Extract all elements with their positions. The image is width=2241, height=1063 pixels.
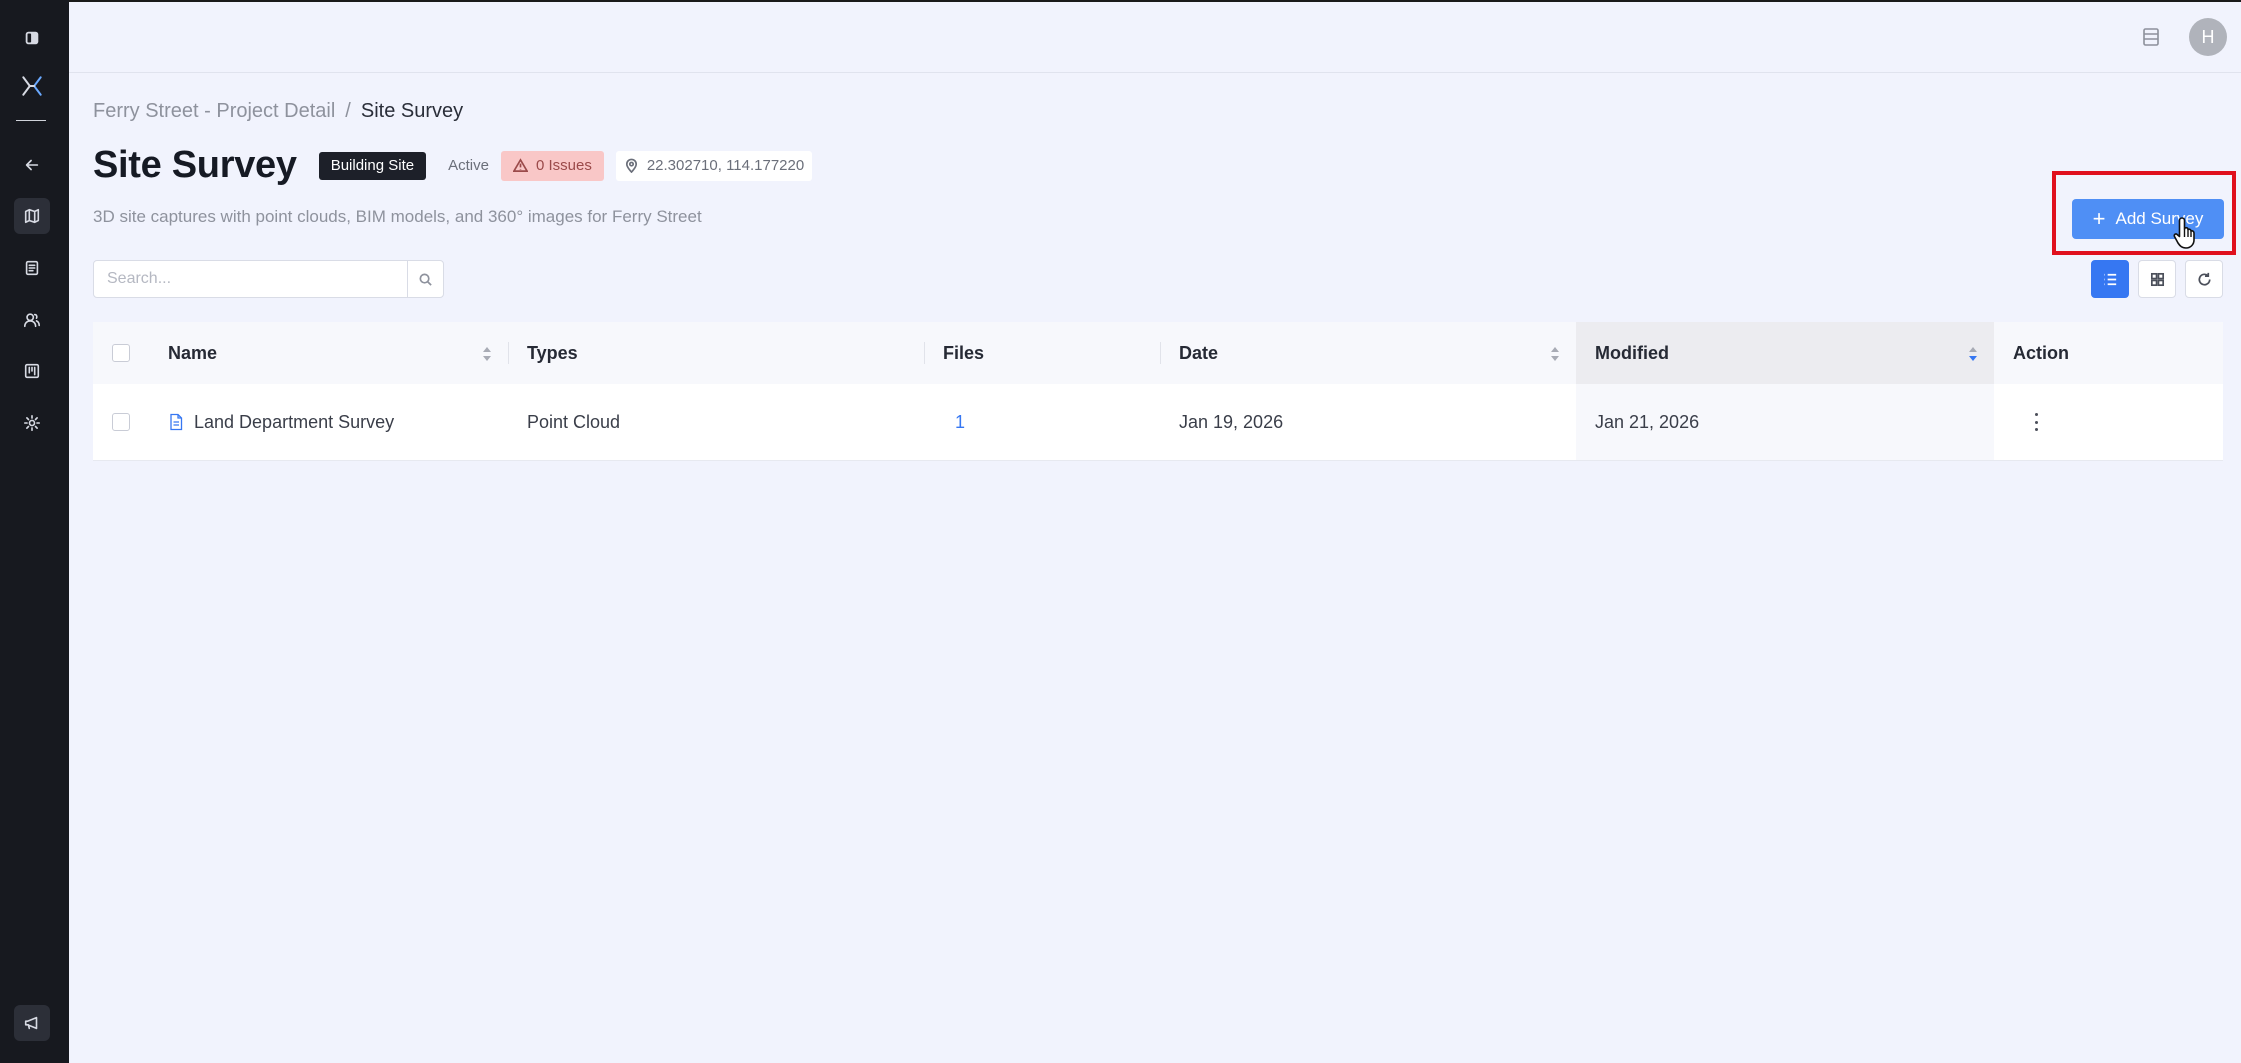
- surveys-table: Name Types Files Date Modified Action La…: [93, 322, 2223, 461]
- search-icon: [419, 273, 432, 286]
- sidebar: [0, 0, 69, 1063]
- user-avatar[interactable]: H: [2189, 18, 2227, 56]
- breadcrumb-separator: /: [345, 100, 351, 122]
- row-action-cell: [1994, 384, 2223, 460]
- panel-layout-icon[interactable]: [2141, 26, 2161, 48]
- sort-icon[interactable]: [482, 346, 492, 362]
- grid-icon: [2150, 272, 2164, 286]
- status-text: Active: [448, 157, 489, 174]
- warning-triangle-icon: [512, 158, 528, 172]
- announcement-megaphone-icon[interactable]: [14, 1005, 50, 1041]
- column-modified-label: Modified: [1595, 342, 1669, 363]
- column-name-label: Name: [168, 342, 218, 363]
- select-all-checkbox[interactable]: [111, 344, 130, 362]
- survey-modified: Jan 21, 2026: [1595, 411, 1700, 432]
- row-files-cell: 1: [924, 384, 1160, 460]
- row-modified-cell: Jan 21, 2026: [1576, 384, 1994, 460]
- hand-pointer-cursor-icon: [2173, 217, 2195, 249]
- add-survey-button[interactable]: + Add Survey: [2072, 199, 2224, 239]
- column-action-label: Action: [2013, 342, 2069, 363]
- coordinates-text: 22.302710, 114.177220: [646, 157, 805, 174]
- refresh-button[interactable]: [2185, 260, 2223, 298]
- document-icon[interactable]: [14, 250, 50, 286]
- back-arrow-icon[interactable]: [14, 147, 50, 183]
- top-bar: H: [69, 0, 2241, 73]
- row-name-cell[interactable]: Land Department Survey: [148, 384, 508, 460]
- breadcrumb-current: Site Survey: [360, 100, 464, 122]
- column-header-modified[interactable]: Modified: [1576, 322, 1994, 384]
- sidebar-divider: [16, 120, 46, 121]
- list-icon: [2103, 273, 2116, 285]
- map-icon[interactable]: [14, 198, 50, 234]
- issues-badge[interactable]: 0 Issues: [500, 150, 604, 181]
- coordinates-badge: 22.302710, 114.177220: [615, 150, 813, 181]
- row-select-cell: [93, 384, 148, 460]
- users-icon[interactable]: [14, 302, 50, 338]
- plus-icon: +: [2092, 206, 2106, 231]
- search-input[interactable]: [94, 261, 407, 297]
- board-icon[interactable]: [14, 353, 50, 389]
- survey-date: Jan 19, 2026: [1179, 411, 1284, 432]
- location-pin-icon: [625, 158, 637, 173]
- list-view-button[interactable]: [2091, 260, 2129, 298]
- column-header-types: Types: [508, 322, 924, 384]
- category-badge: Building Site: [318, 151, 427, 180]
- sort-descending-icon[interactable]: [1968, 346, 1978, 362]
- page-title: Site Survey: [93, 144, 297, 186]
- survey-type: Point Cloud: [527, 411, 621, 432]
- sidebar-toggle-icon[interactable]: [14, 20, 50, 56]
- breadcrumb: Ferry Street - Project Detail / Site Sur…: [93, 100, 463, 123]
- file-icon: [170, 413, 183, 431]
- column-types-label: Types: [527, 342, 578, 363]
- row-checkbox[interactable]: [111, 413, 130, 431]
- row-date-cell: Jan 19, 2026: [1160, 384, 1576, 460]
- more-options-icon[interactable]: [2034, 413, 2038, 431]
- page-subtitle: 3D site captures with point clouds, BIM …: [93, 207, 702, 226]
- column-header-files: Files: [924, 322, 1160, 384]
- select-all-cell: [93, 322, 148, 384]
- row-types-cell: Point Cloud: [508, 384, 924, 460]
- refresh-icon: [2197, 272, 2211, 286]
- files-count-link[interactable]: 1: [955, 412, 965, 433]
- column-files-label: Files: [943, 342, 985, 363]
- table-row[interactable]: Land Department Survey Point Cloud 1 Jan…: [93, 384, 2223, 461]
- column-header-name[interactable]: Name: [148, 322, 508, 384]
- settings-gear-icon[interactable]: [14, 405, 50, 441]
- search-button[interactable]: [407, 261, 443, 297]
- sort-icon[interactable]: [1550, 346, 1560, 362]
- survey-name[interactable]: Land Department Survey: [194, 412, 394, 433]
- breadcrumb-parent-link[interactable]: Ferry Street - Project Detail: [93, 100, 335, 123]
- search-box: [93, 260, 444, 298]
- issues-count: 0 Issues: [535, 157, 592, 174]
- title-row: Site Survey Building Site Active 0 Issue…: [93, 144, 813, 187]
- grid-view-button[interactable]: [2138, 260, 2176, 298]
- logo-icon: [14, 68, 50, 104]
- column-header-date[interactable]: Date: [1160, 322, 1576, 384]
- column-header-action: Action: [1994, 322, 2223, 384]
- column-date-label: Date: [1179, 342, 1219, 363]
- table-header: Name Types Files Date Modified Action: [93, 322, 2223, 384]
